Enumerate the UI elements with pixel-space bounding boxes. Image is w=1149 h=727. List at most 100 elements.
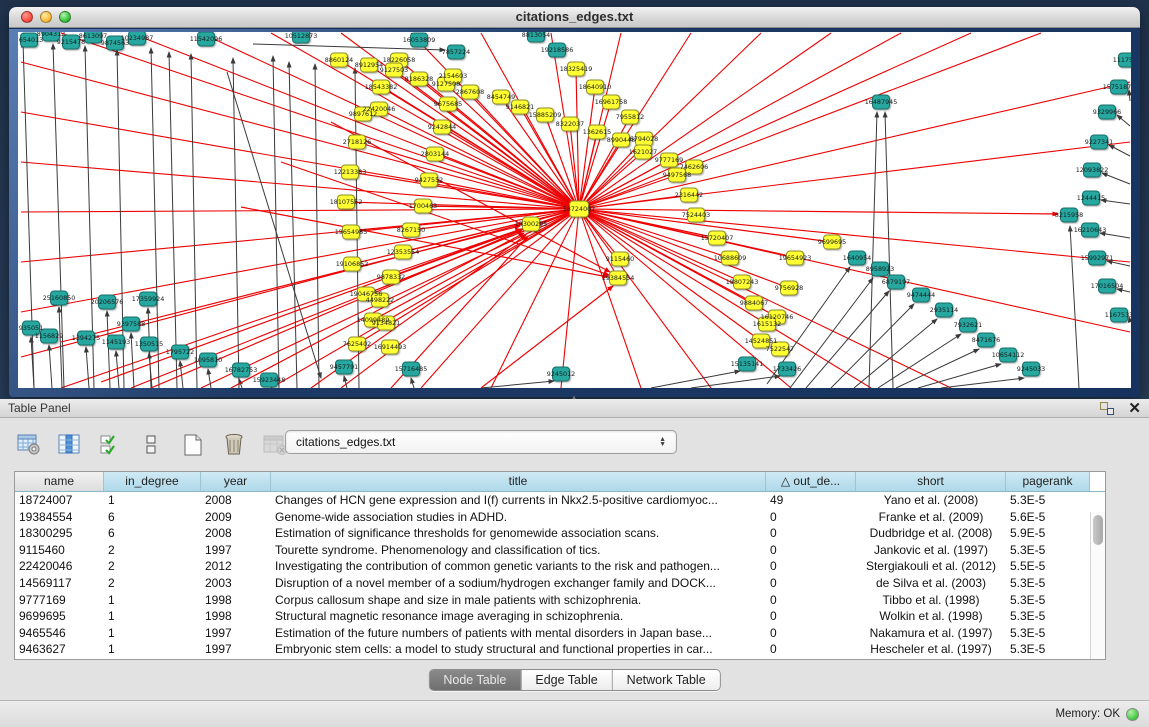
status-bar: Memory: OK <box>0 700 1149 727</box>
svg-text:7524403: 7524403 <box>682 211 710 219</box>
table-cell: 2003 <box>201 575 271 592</box>
svg-text:1615132: 1615132 <box>753 320 781 328</box>
table-row[interactable]: 1830029562008Estimation of significance … <box>15 525 1105 542</box>
row-checks-icon[interactable] <box>96 431 126 459</box>
close-window-icon[interactable] <box>21 11 33 23</box>
delete-column-icon[interactable] <box>219 431 249 459</box>
svg-text:9127503: 9127503 <box>380 66 408 74</box>
svg-text:1156829: 1156829 <box>35 332 63 340</box>
table-cell: Dudbridge et al. (2008) <box>856 525 1006 542</box>
combo-stepper-icon: ▲▼ <box>659 437 666 447</box>
table-cell: Genome-wide association studies in ADHD. <box>271 509 766 526</box>
table-row[interactable]: 969969511998Structural magnetic resonanc… <box>15 608 1105 625</box>
svg-text:1394275: 1394275 <box>72 334 100 342</box>
table-cell: 5.3E-5 <box>1006 575 1090 592</box>
table-cell: 49 <box>766 492 856 509</box>
network-canvas[interactable]: 7654013890431292154788613097987456310234… <box>18 32 1131 388</box>
tab-node-table[interactable]: Node Table <box>429 670 521 690</box>
table-row[interactable]: 946362711997Embryonic stem cells: a mode… <box>15 641 1105 658</box>
network-table-selector[interactable]: citations_edges.txt ▲▼ <box>285 430 677 454</box>
table-cell: 5.3E-5 <box>1006 542 1090 559</box>
table-row[interactable]: 1456911722003Disruption of a novel membe… <box>15 575 1105 592</box>
svg-text:9878332: 9878332 <box>377 273 405 281</box>
tab-network-table[interactable]: Network Table <box>613 670 720 690</box>
svg-text:18724007: 18724007 <box>563 205 596 213</box>
svg-text:17016504: 17016504 <box>1091 282 1124 290</box>
close-panel-icon[interactable]: ✕ <box>1128 402 1141 415</box>
table-panel: Table Panel ✕ <box>0 399 1149 700</box>
svg-text:8860124: 8860124 <box>325 56 353 64</box>
table-row[interactable]: 977716911998Corpus callosum shape and si… <box>15 592 1105 609</box>
table-row[interactable]: 1872400712008Changes of HCN gene express… <box>15 492 1105 509</box>
column-header-in_degree[interactable]: in_degree <box>104 472 201 491</box>
table-cell: 22420046 <box>15 558 104 575</box>
tab-edge-table[interactable]: Edge Table <box>521 670 612 690</box>
table-cell: 5.3E-5 <box>1006 492 1090 509</box>
table-cell: 1998 <box>201 592 271 609</box>
svg-text:12213383: 12213383 <box>334 168 367 176</box>
svg-text:2154603: 2154603 <box>439 72 467 80</box>
table-cell: 1 <box>104 492 201 509</box>
table-settings-icon[interactable] <box>14 431 44 459</box>
svg-text:9884067: 9884067 <box>740 299 768 307</box>
table-cell: 2008 <box>201 492 271 509</box>
scrollbar-thumb[interactable] <box>1093 515 1103 545</box>
table-cell: Embryonic stem cells: a model to study s… <box>271 641 766 658</box>
table-cell: de Silva et al. (2003) <box>856 575 1006 592</box>
table-cell: 2008 <box>201 525 271 542</box>
svg-text:19384554: 19384554 <box>602 274 635 282</box>
column-header-title[interactable]: title <box>271 472 766 491</box>
column-header-name[interactable]: name <box>15 472 104 491</box>
minimize-window-icon[interactable] <box>40 11 52 23</box>
column-header-short[interactable]: short <box>856 472 1006 491</box>
zoom-window-icon[interactable] <box>59 11 71 23</box>
new-table-icon[interactable] <box>178 431 208 459</box>
column-header-pagerank[interactable]: pagerank <box>1006 472 1090 491</box>
table-cell: 0 <box>766 608 856 625</box>
table-cell: 2 <box>104 558 201 575</box>
window-titlebar[interactable]: citations_edges.txt <box>9 7 1140 28</box>
svg-text:1167533: 1167533 <box>1105 311 1131 319</box>
table-cell: 6 <box>104 509 201 526</box>
table-cell: 0 <box>766 542 856 559</box>
table-cell: Tourette syndrome. Phenomenology and cla… <box>271 542 766 559</box>
svg-text:8322037: 8322037 <box>556 120 584 128</box>
table-cell: 18724007 <box>15 492 104 509</box>
svg-text:10688609: 10688609 <box>714 254 747 262</box>
table-cell: 9777169 <box>15 592 104 609</box>
table-cell: 0 <box>766 525 856 542</box>
table-cell: 0 <box>766 592 856 609</box>
network-graph[interactable]: 7654013890431292154788613097987456310234… <box>18 32 1131 388</box>
svg-text:16210643: 16210643 <box>1074 226 1107 234</box>
table-cell: 5.3E-5 <box>1006 641 1090 658</box>
svg-text:9427552: 9427552 <box>415 176 443 184</box>
table-cell: 18300295 <box>15 525 104 542</box>
svg-text:9245012: 9245012 <box>547 370 575 378</box>
column-header-year[interactable]: year <box>201 472 271 491</box>
merge-rows-icon[interactable] <box>137 431 167 459</box>
table-cell: 9699695 <box>15 608 104 625</box>
table-row[interactable]: 946554611997Estimation of the future num… <box>15 625 1105 642</box>
column-header-out_de[interactable]: △ out_de... <box>766 472 856 491</box>
svg-text:10234987: 10234987 <box>121 34 154 42</box>
table-cell: Changes of HCN gene expression and I(f) … <box>271 492 766 509</box>
table-cell: 1997 <box>201 542 271 559</box>
svg-text:12353554: 12353554 <box>387 248 420 256</box>
svg-text:7932621: 7932621 <box>954 321 982 329</box>
svg-text:15135141: 15135141 <box>731 360 764 368</box>
svg-text:16782753: 16782753 <box>225 366 258 374</box>
table-row[interactable]: 1938455462009Genome-wide association stu… <box>15 509 1105 526</box>
svg-text:2718126: 2718126 <box>343 138 371 146</box>
svg-text:16961758: 16961758 <box>595 98 628 106</box>
memory-ok-icon[interactable] <box>1126 708 1139 721</box>
svg-text:9146821: 9146821 <box>506 103 534 111</box>
svg-text:1733426: 1733426 <box>773 365 801 373</box>
table-vertical-scrollbar[interactable] <box>1090 512 1105 659</box>
select-columns-icon[interactable] <box>55 431 85 459</box>
svg-text:15992971: 15992971 <box>1081 254 1114 262</box>
table-cell: Structural magnetic resonance image aver… <box>271 608 766 625</box>
float-panel-icon[interactable] <box>1100 402 1114 415</box>
table-row[interactable]: 2242004622012Investigating the contribut… <box>15 558 1105 575</box>
table-row[interactable]: 911546021997Tourette syndrome. Phenomeno… <box>15 542 1105 559</box>
table-cell: 0 <box>766 509 856 526</box>
